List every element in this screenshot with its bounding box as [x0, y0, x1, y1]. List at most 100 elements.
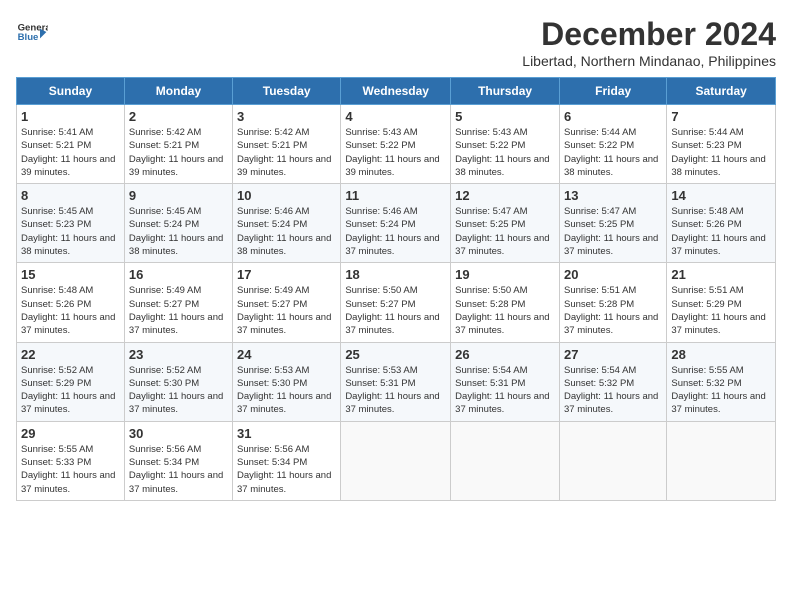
calendar-day-cell: 19 Sunrise: 5:50 AM Sunset: 5:28 PM Dayl…	[451, 263, 560, 342]
day-info: Sunrise: 5:44 AM Sunset: 5:22 PM Dayligh…	[564, 126, 662, 179]
weekday-header: Thursday	[451, 78, 560, 105]
day-info: Sunrise: 5:43 AM Sunset: 5:22 PM Dayligh…	[345, 126, 446, 179]
day-info: Sunrise: 5:41 AM Sunset: 5:21 PM Dayligh…	[21, 126, 120, 179]
day-number: 21	[671, 267, 771, 282]
day-info: Sunrise: 5:51 AM Sunset: 5:29 PM Dayligh…	[671, 284, 771, 337]
calendar-day-cell: 29 Sunrise: 5:55 AM Sunset: 5:33 PM Dayl…	[17, 421, 125, 500]
day-info: Sunrise: 5:43 AM Sunset: 5:22 PM Dayligh…	[455, 126, 555, 179]
day-info: Sunrise: 5:42 AM Sunset: 5:21 PM Dayligh…	[129, 126, 228, 179]
day-info: Sunrise: 5:46 AM Sunset: 5:24 PM Dayligh…	[345, 205, 446, 258]
day-info: Sunrise: 5:56 AM Sunset: 5:34 PM Dayligh…	[129, 443, 228, 496]
day-number: 22	[21, 347, 120, 362]
day-number: 5	[455, 109, 555, 124]
calendar-day-cell: 16 Sunrise: 5:49 AM Sunset: 5:27 PM Dayl…	[124, 263, 232, 342]
title-area: December 2024 Libertad, Northern Mindana…	[522, 16, 776, 69]
day-info: Sunrise: 5:45 AM Sunset: 5:24 PM Dayligh…	[129, 205, 228, 258]
weekday-header: Tuesday	[233, 78, 341, 105]
calendar-day-cell: 8 Sunrise: 5:45 AM Sunset: 5:23 PM Dayli…	[17, 184, 125, 263]
day-number: 13	[564, 188, 662, 203]
day-info: Sunrise: 5:53 AM Sunset: 5:30 PM Dayligh…	[237, 364, 336, 417]
day-number: 28	[671, 347, 771, 362]
day-number: 29	[21, 426, 120, 441]
day-number: 31	[237, 426, 336, 441]
day-number: 24	[237, 347, 336, 362]
day-info: Sunrise: 5:50 AM Sunset: 5:28 PM Dayligh…	[455, 284, 555, 337]
calendar-day-cell: 5 Sunrise: 5:43 AM Sunset: 5:22 PM Dayli…	[451, 105, 560, 184]
day-info: Sunrise: 5:45 AM Sunset: 5:23 PM Dayligh…	[21, 205, 120, 258]
day-info: Sunrise: 5:55 AM Sunset: 5:33 PM Dayligh…	[21, 443, 120, 496]
day-number: 8	[21, 188, 120, 203]
calendar-day-cell: 11 Sunrise: 5:46 AM Sunset: 5:24 PM Dayl…	[341, 184, 451, 263]
calendar-day-cell: 7 Sunrise: 5:44 AM Sunset: 5:23 PM Dayli…	[667, 105, 776, 184]
day-number: 3	[237, 109, 336, 124]
calendar-week-row: 8 Sunrise: 5:45 AM Sunset: 5:23 PM Dayli…	[17, 184, 776, 263]
calendar-day-cell: 28 Sunrise: 5:55 AM Sunset: 5:32 PM Dayl…	[667, 342, 776, 421]
calendar-week-row: 1 Sunrise: 5:41 AM Sunset: 5:21 PM Dayli…	[17, 105, 776, 184]
day-number: 10	[237, 188, 336, 203]
calendar-day-cell: 2 Sunrise: 5:42 AM Sunset: 5:21 PM Dayli…	[124, 105, 232, 184]
weekday-header-row: SundayMondayTuesdayWednesdayThursdayFrid…	[17, 78, 776, 105]
calendar-day-cell	[341, 421, 451, 500]
calendar-table: SundayMondayTuesdayWednesdayThursdayFrid…	[16, 77, 776, 501]
calendar-day-cell: 15 Sunrise: 5:48 AM Sunset: 5:26 PM Dayl…	[17, 263, 125, 342]
day-number: 15	[21, 267, 120, 282]
calendar-day-cell: 9 Sunrise: 5:45 AM Sunset: 5:24 PM Dayli…	[124, 184, 232, 263]
calendar-day-cell: 3 Sunrise: 5:42 AM Sunset: 5:21 PM Dayli…	[233, 105, 341, 184]
calendar-day-cell: 4 Sunrise: 5:43 AM Sunset: 5:22 PM Dayli…	[341, 105, 451, 184]
calendar-day-cell: 13 Sunrise: 5:47 AM Sunset: 5:25 PM Dayl…	[559, 184, 666, 263]
day-info: Sunrise: 5:51 AM Sunset: 5:28 PM Dayligh…	[564, 284, 662, 337]
calendar-day-cell: 26 Sunrise: 5:54 AM Sunset: 5:31 PM Dayl…	[451, 342, 560, 421]
calendar-day-cell: 6 Sunrise: 5:44 AM Sunset: 5:22 PM Dayli…	[559, 105, 666, 184]
day-info: Sunrise: 5:50 AM Sunset: 5:27 PM Dayligh…	[345, 284, 446, 337]
calendar-day-cell: 24 Sunrise: 5:53 AM Sunset: 5:30 PM Dayl…	[233, 342, 341, 421]
calendar-day-cell: 27 Sunrise: 5:54 AM Sunset: 5:32 PM Dayl…	[559, 342, 666, 421]
day-info: Sunrise: 5:42 AM Sunset: 5:21 PM Dayligh…	[237, 126, 336, 179]
day-number: 4	[345, 109, 446, 124]
weekday-header: Wednesday	[341, 78, 451, 105]
day-info: Sunrise: 5:53 AM Sunset: 5:31 PM Dayligh…	[345, 364, 446, 417]
calendar-day-cell: 17 Sunrise: 5:49 AM Sunset: 5:27 PM Dayl…	[233, 263, 341, 342]
calendar-day-cell: 18 Sunrise: 5:50 AM Sunset: 5:27 PM Dayl…	[341, 263, 451, 342]
day-info: Sunrise: 5:48 AM Sunset: 5:26 PM Dayligh…	[21, 284, 120, 337]
day-number: 23	[129, 347, 228, 362]
calendar-day-cell: 14 Sunrise: 5:48 AM Sunset: 5:26 PM Dayl…	[667, 184, 776, 263]
day-info: Sunrise: 5:54 AM Sunset: 5:32 PM Dayligh…	[564, 364, 662, 417]
day-info: Sunrise: 5:49 AM Sunset: 5:27 PM Dayligh…	[237, 284, 336, 337]
day-number: 11	[345, 188, 446, 203]
calendar-week-row: 22 Sunrise: 5:52 AM Sunset: 5:29 PM Dayl…	[17, 342, 776, 421]
weekday-header: Friday	[559, 78, 666, 105]
day-info: Sunrise: 5:55 AM Sunset: 5:32 PM Dayligh…	[671, 364, 771, 417]
day-number: 18	[345, 267, 446, 282]
calendar-day-cell: 22 Sunrise: 5:52 AM Sunset: 5:29 PM Dayl…	[17, 342, 125, 421]
day-info: Sunrise: 5:54 AM Sunset: 5:31 PM Dayligh…	[455, 364, 555, 417]
calendar-day-cell: 21 Sunrise: 5:51 AM Sunset: 5:29 PM Dayl…	[667, 263, 776, 342]
weekday-header: Monday	[124, 78, 232, 105]
calendar-week-row: 29 Sunrise: 5:55 AM Sunset: 5:33 PM Dayl…	[17, 421, 776, 500]
calendar-day-cell: 12 Sunrise: 5:47 AM Sunset: 5:25 PM Dayl…	[451, 184, 560, 263]
day-number: 2	[129, 109, 228, 124]
calendar-day-cell: 20 Sunrise: 5:51 AM Sunset: 5:28 PM Dayl…	[559, 263, 666, 342]
calendar-day-cell	[667, 421, 776, 500]
day-info: Sunrise: 5:56 AM Sunset: 5:34 PM Dayligh…	[237, 443, 336, 496]
day-number: 27	[564, 347, 662, 362]
location-title: Libertad, Northern Mindanao, Philippines	[522, 53, 776, 69]
day-number: 7	[671, 109, 771, 124]
day-info: Sunrise: 5:49 AM Sunset: 5:27 PM Dayligh…	[129, 284, 228, 337]
svg-text:Blue: Blue	[18, 32, 39, 43]
day-number: 16	[129, 267, 228, 282]
calendar-week-row: 15 Sunrise: 5:48 AM Sunset: 5:26 PM Dayl…	[17, 263, 776, 342]
day-number: 1	[21, 109, 120, 124]
day-number: 17	[237, 267, 336, 282]
day-number: 19	[455, 267, 555, 282]
day-number: 20	[564, 267, 662, 282]
day-number: 14	[671, 188, 771, 203]
calendar-day-cell	[559, 421, 666, 500]
day-number: 12	[455, 188, 555, 203]
weekday-header: Saturday	[667, 78, 776, 105]
day-info: Sunrise: 5:52 AM Sunset: 5:30 PM Dayligh…	[129, 364, 228, 417]
page-header: General Blue December 2024 Libertad, Nor…	[16, 16, 776, 69]
day-info: Sunrise: 5:48 AM Sunset: 5:26 PM Dayligh…	[671, 205, 771, 258]
logo: General Blue	[16, 16, 48, 48]
day-info: Sunrise: 5:47 AM Sunset: 5:25 PM Dayligh…	[455, 205, 555, 258]
day-info: Sunrise: 5:46 AM Sunset: 5:24 PM Dayligh…	[237, 205, 336, 258]
